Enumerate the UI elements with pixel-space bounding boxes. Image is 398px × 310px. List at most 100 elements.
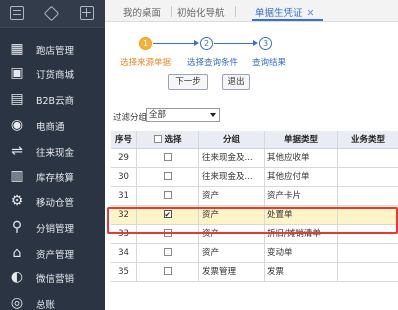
sidebar-item[interactable]: ▣ 订货商城 (0, 62, 105, 84)
header-select: 选择 (137, 131, 199, 148)
header-num: 序号 (111, 131, 137, 148)
arrow-right-icon (194, 40, 199, 46)
sidebar-item-label: 订货商城 (36, 70, 75, 81)
sidebar-item-label: 总账 (36, 300, 56, 310)
step-connector (153, 43, 195, 44)
row-checkbox[interactable] (163, 190, 172, 199)
table-row[interactable]: 32 资产处置单 (111, 206, 398, 225)
sidebar-item[interactable]: ▥ 库存核算 (0, 165, 105, 187)
row-select (137, 244, 199, 262)
step-3-icon: 3 (259, 37, 272, 50)
filter-group-value: 全部 (149, 110, 167, 120)
row-num: 30 (111, 168, 137, 186)
row-doc-type: 发票 (265, 263, 338, 281)
row-biz-type (338, 206, 398, 224)
collapse-icon[interactable] (43, 5, 60, 22)
table-row[interactable]: 30 往来现金及... 其他应付单 (111, 168, 398, 187)
row-doc-type: 其他应付单 (265, 168, 338, 186)
step-3-label: 查询结果 (252, 58, 287, 68)
row-doc-type: 折旧/摊销清单 (265, 225, 338, 243)
row-biz-type (338, 263, 398, 281)
table-row[interactable]: 31 资产 资产卡片 (111, 187, 398, 206)
header-biz-type: 业务类型 (350, 135, 385, 145)
distribution-icon: ⚲ (11, 219, 23, 235)
row-checkbox[interactable] (163, 171, 172, 180)
sidebar-item[interactable]: ◉ 电商通 (0, 114, 105, 136)
menu-icon[interactable] (10, 6, 24, 20)
sidebar-item-label: 资产管理 (36, 250, 75, 261)
chevron-down-icon (210, 113, 216, 117)
sidebar-item[interactable]: ◐ 微信营销 (0, 266, 105, 288)
row-doc-type: 处置单 (265, 206, 338, 224)
sidebar-item-label: B2B云商 (36, 96, 75, 107)
sidebar-item[interactable]: ▦ 跑店管理 (0, 38, 105, 60)
row-biz-type (338, 149, 398, 167)
sidebar-item-label: 往来现金 (36, 148, 75, 159)
exit-button[interactable]: 退出 (222, 74, 250, 90)
ledger-icon: ◎ (10, 295, 24, 310)
table-row[interactable]: 33 资产 折旧/摊销清单 (111, 225, 398, 244)
sidebar-toolbar (0, 0, 105, 28)
sidebar-item-label: 微信营销 (36, 274, 75, 285)
table-row[interactable]: 35 发票管理 发票 (111, 263, 398, 282)
row-group: 资产 (199, 206, 265, 224)
row-num: 29 (111, 149, 137, 167)
row-doc-type: 资产卡片 (265, 187, 338, 205)
sidebar-item-label: 库存核算 (36, 173, 75, 184)
ecommerce-icon: ◉ (10, 117, 24, 133)
tab-my-desktop[interactable]: 我的桌面 (123, 5, 161, 19)
row-biz-type (338, 187, 398, 205)
row-checkbox[interactable] (163, 247, 172, 256)
step-2-icon: 2 (200, 37, 213, 50)
step-2-label: 选择查询条件 (187, 58, 239, 68)
tab-init-guide[interactable]: 初始化导航 (177, 5, 225, 19)
row-group: 资产 (199, 187, 265, 205)
table-row[interactable]: 29 往来现金及... 其他应收单 (111, 149, 398, 168)
row-group: 资产 (199, 244, 265, 262)
close-icon[interactable]: ✕ (307, 8, 315, 19)
row-select (137, 187, 199, 205)
sidebar-item[interactable]: ⇌ 往来现金 (0, 140, 105, 162)
wechat-icon: ◐ (10, 269, 24, 285)
filter-group-select[interactable]: 全部 (146, 108, 220, 122)
tab-bar: 我的桌面 初始化导航 单据生凭证 ✕ (105, 0, 398, 22)
active-tab-indicator (252, 19, 323, 21)
row-group: 资产 (199, 225, 265, 243)
row-doc-type: 其他应收单 (265, 149, 338, 167)
row-checkbox[interactable] (163, 152, 172, 161)
row-biz-type (338, 225, 398, 243)
sidebar-item[interactable]: ⚙ 移动仓管 (0, 190, 105, 212)
row-checkbox[interactable] (163, 266, 172, 275)
inventory-icon: ▥ (10, 168, 24, 184)
tab-voucher-from-docs[interactable]: 单据生凭证 ✕ (255, 5, 314, 19)
row-doc-type: 变动单 (265, 244, 338, 262)
mobile-warehouse-icon: ⚙ (10, 193, 24, 209)
row-checkbox[interactable] (163, 228, 172, 237)
row-num: 32 (111, 206, 137, 224)
step-1-label: 选择来源单据 (120, 58, 172, 68)
row-select (137, 149, 199, 167)
store-visit-icon: ▦ (10, 41, 24, 57)
add-icon[interactable] (80, 6, 94, 20)
next-step-button[interactable]: 下一步 (168, 74, 208, 90)
sidebar-item-label: 电商通 (36, 122, 65, 133)
table-row[interactable]: 34 资产 变动单 (111, 244, 398, 263)
row-checkbox[interactable] (163, 209, 172, 218)
document-type-table: 序号 选择 分组 单据类型 业务类型 29 往来现金及... 其他应收单 30 往来现金… (111, 131, 398, 310)
sidebar-item-label: 跑店管理 (36, 46, 75, 57)
row-select (137, 168, 199, 186)
sidebar-item[interactable]: ⌂ 资产管理 (0, 242, 105, 264)
row-biz-type (338, 168, 398, 186)
sidebar-item[interactable]: ◎ 总账 (0, 292, 105, 310)
row-num: 34 (111, 244, 137, 262)
header-select-label: 选择 (164, 135, 182, 145)
row-select (137, 206, 199, 224)
sidebar-item[interactable]: ⚲ 分销管理 (0, 216, 105, 238)
step-connector (214, 43, 254, 44)
mall-icon: ▣ (10, 65, 24, 81)
cash-icon: ⇌ (11, 143, 23, 159)
sidebar-item-label: 分销管理 (36, 224, 75, 235)
sidebar-item[interactable]: ▤ B2B云商 (0, 88, 105, 110)
row-group: 发票管理 (199, 263, 265, 281)
select-all-checkbox[interactable] (153, 134, 162, 143)
